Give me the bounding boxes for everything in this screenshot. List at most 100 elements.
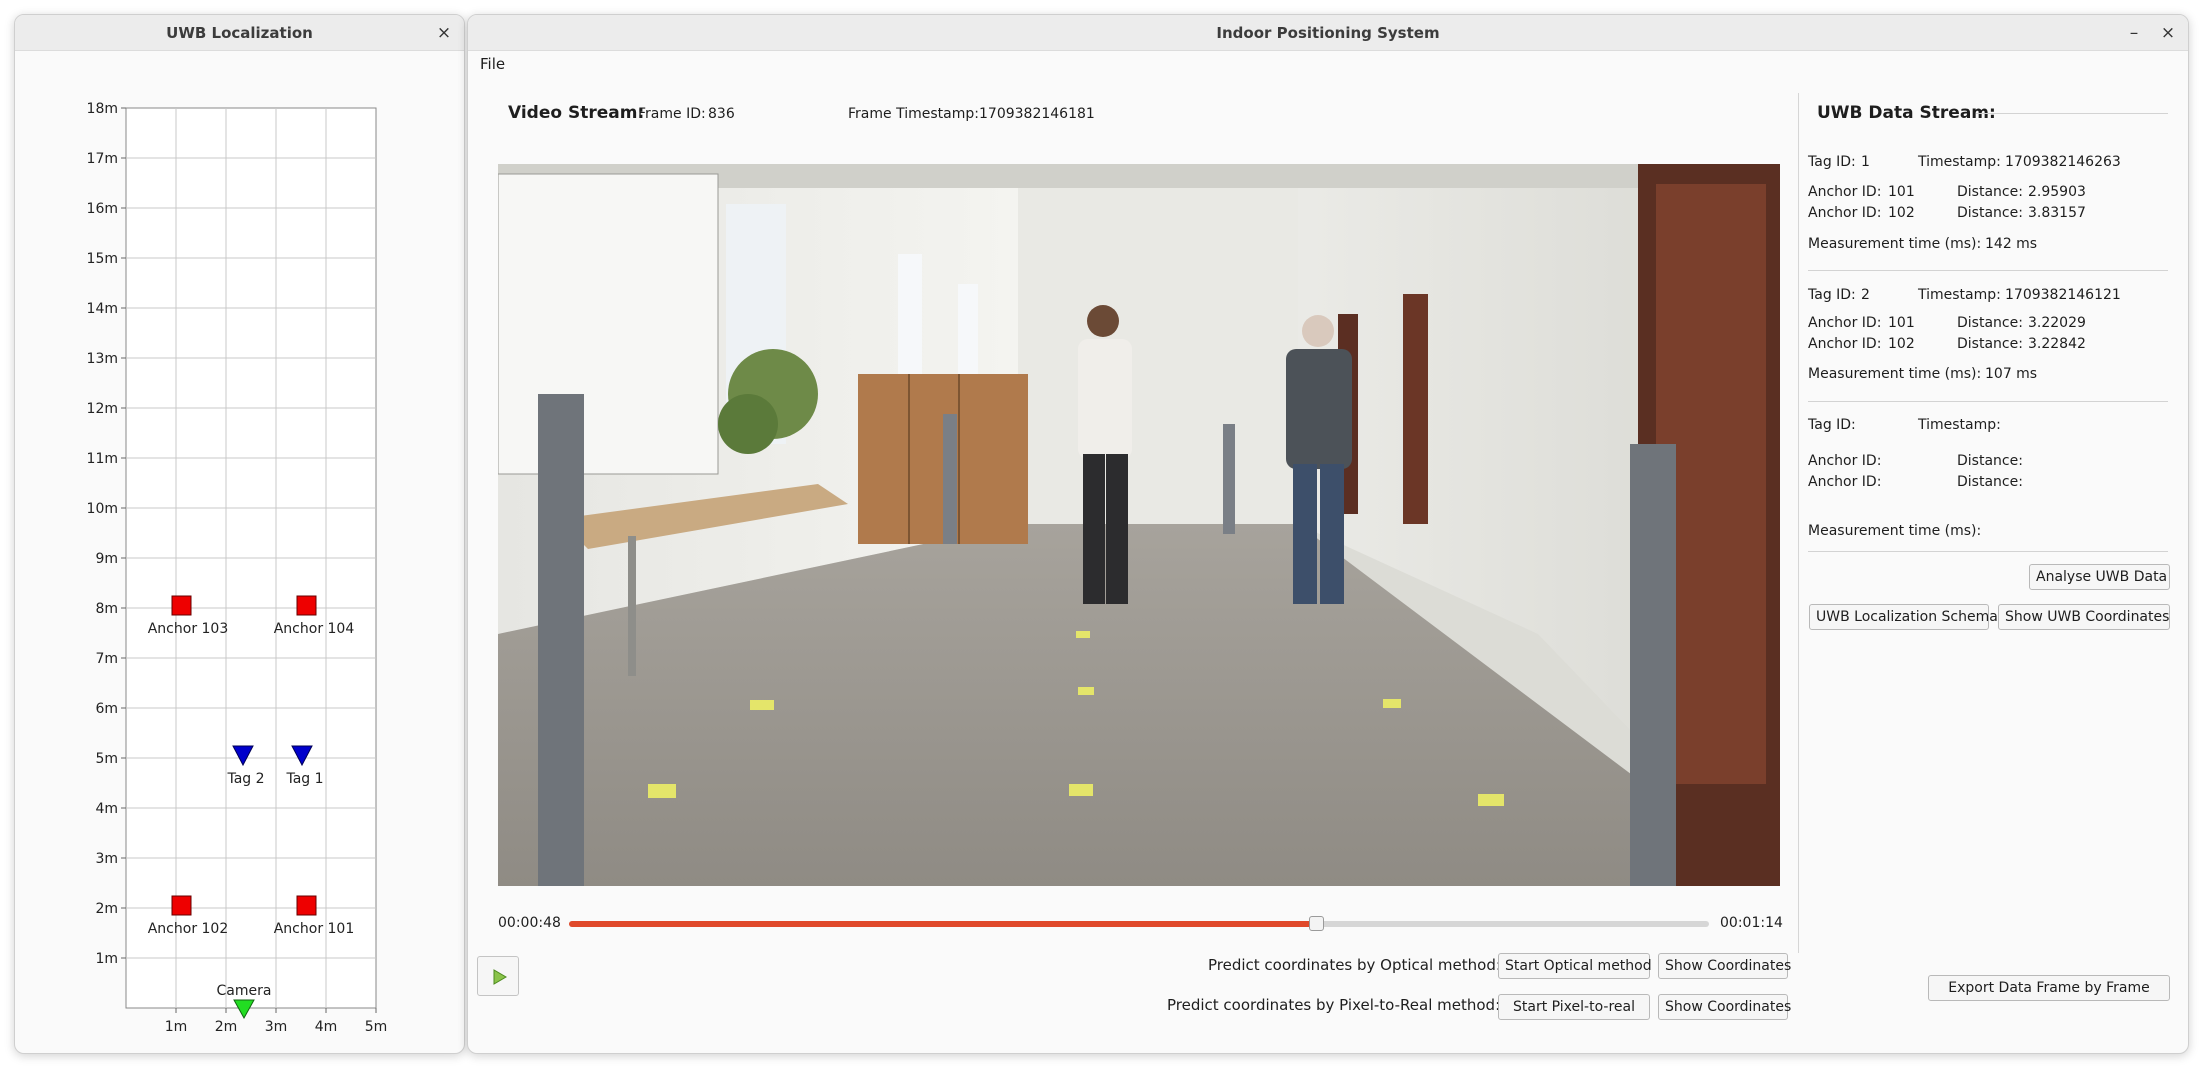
timestamp-label: Timestamp: [1918, 287, 2001, 303]
distance-label: Distance: [1957, 315, 2023, 331]
y-tick-label: 12m [87, 401, 118, 417]
video-frame-image [498, 164, 1780, 886]
close-icon[interactable]: × [432, 21, 456, 45]
tag-1-label: Tag 1 [285, 771, 323, 787]
y-tick-label: 8m [95, 601, 118, 617]
tag-id-value: 1 [1861, 154, 1870, 170]
y-tick-label: 10m [87, 501, 118, 517]
uwb-localization-plot: 18m 17m 16m 15m 14m 13m 12m 11m 10m 9m 8m 7m 6m 5m 4m 3… [15, 52, 464, 1053]
x-axis-ticks: 1m 2m 3m 4m 5m [165, 1008, 387, 1035]
tag-id-label: Tag ID: [1808, 417, 1856, 433]
anchor-id-label: Anchor ID: [1808, 184, 1882, 200]
timeline-handle[interactable] [1308, 916, 1324, 931]
measurement-time-value: 142 ms [1985, 236, 2038, 252]
minimize-icon[interactable]: – [2122, 21, 2146, 45]
time-total: 00:01:14 [1720, 915, 1783, 931]
time-current: 00:00:48 [498, 915, 561, 931]
camera-marker [233, 999, 255, 1020]
close-icon[interactable]: × [2156, 21, 2180, 45]
show-uwb-coordinates-button[interactable]: Show UWB Coordinates [1998, 604, 2170, 630]
anchor-104-label: Anchor 104 [274, 621, 355, 637]
distance-value: 3.83157 [2028, 205, 2086, 221]
frame-timestamp-value: 1709382146181 [979, 106, 1095, 122]
y-tick-label: 9m [95, 551, 118, 567]
uwb-localization-schema-button[interactable]: UWB Localization Schema [1809, 604, 1998, 630]
anchor-103-marker [171, 595, 192, 616]
uwb-plot-svg: 18m 17m 16m 15m 14m 13m 12m 11m 10m 9m 8m 7m 6m 5m 4m 3… [87, 101, 388, 1035]
x-tick-label: 1m [165, 1019, 188, 1035]
uwb-window-title: UWB Localization [166, 24, 313, 42]
export-data-button[interactable]: Export Data Frame by Frame [1928, 975, 2170, 1001]
x-tick-label: 3m [265, 1019, 288, 1035]
x-tick-label: 2m [215, 1019, 238, 1035]
anchor-id-value: 101 [1888, 184, 1915, 200]
side-panel-divider [1798, 93, 1799, 953]
frame-id-value: 836 [708, 106, 735, 122]
menu-file[interactable]: File [480, 55, 505, 73]
measurement-time-label: Measurement time (ms): [1808, 366, 1982, 382]
distance-label: Distance: [1957, 474, 2023, 490]
distance-value: 3.22842 [2028, 336, 2086, 352]
y-tick-label: 6m [95, 701, 118, 717]
anchor-104-marker [296, 595, 317, 616]
show-optical-coordinates-button[interactable]: Show Coordinates [1658, 953, 1791, 979]
uwb-localization-window: UWB Localization × 18m 17m 16m 15m 14m 13m 12m… [14, 14, 465, 1054]
play-icon [493, 969, 507, 985]
video-timeline-slider[interactable] [569, 916, 1709, 931]
y-tick-label: 11m [87, 451, 118, 467]
y-axis-ticks: 18m 17m 16m 15m 14m 13m 12m 11m 10m 9m 8m 7m 6m 5m 4m 3… [87, 101, 126, 967]
anchor-101-label: Anchor 101 [274, 921, 355, 937]
y-tick-label: 2m [95, 901, 118, 917]
analyse-uwb-data-button[interactable]: Analyse UWB Data [2029, 564, 2170, 590]
y-tick-label: 3m [95, 851, 118, 867]
anchor-103-label: Anchor 103 [148, 621, 229, 637]
y-tick-label: 18m [87, 101, 118, 117]
main-window-title: Indoor Positioning System [1216, 24, 1440, 42]
frame-timestamp-label: Frame Timestamp: [848, 106, 979, 122]
timestamp-value: 1709382146263 [2005, 154, 2121, 170]
start-optical-button[interactable]: Start Optical method [1498, 953, 1652, 979]
block-separator [1808, 401, 2168, 402]
frame-id-label: Frame ID: [638, 106, 706, 122]
distance-label: Distance: [1957, 453, 2023, 469]
anchor-102-marker [171, 895, 192, 916]
x-tick-label: 4m [315, 1019, 338, 1035]
measurement-time-label: Measurement time (ms): [1808, 236, 1982, 252]
start-pixel-to-real-button[interactable]: Start Pixel-to-real [1498, 994, 1650, 1020]
anchor-id-value: 102 [1888, 336, 1915, 352]
y-tick-label: 4m [95, 801, 118, 817]
uwb-data-stream-heading: UWB Data Stream: [1817, 103, 1996, 123]
y-tick-label: 13m [87, 351, 118, 367]
menu-bar: File [468, 51, 2188, 77]
play-button[interactable] [477, 956, 519, 996]
block-separator [1808, 551, 2168, 552]
anchor-102-label: Anchor 102 [148, 921, 229, 937]
heading-rule [1976, 113, 2168, 114]
uwb-titlebar: UWB Localization × [15, 15, 464, 51]
anchor-101-marker [296, 895, 317, 916]
y-tick-label: 5m [95, 751, 118, 767]
pixel-to-real-label: Predict coordinates by Pixel-to-Real met… [1167, 996, 1501, 1014]
y-tick-label: 1m [95, 951, 118, 967]
block-separator [1808, 270, 2168, 271]
anchor-id-label: Anchor ID: [1808, 474, 1882, 490]
tag-id-label: Tag ID: [1808, 287, 1856, 303]
timestamp-label: Timestamp: [1918, 154, 2001, 170]
tag-2-label: Tag 2 [226, 771, 264, 787]
anchor-id-label: Anchor ID: [1808, 315, 1882, 331]
timestamp-label: Timestamp: [1918, 417, 2001, 433]
video-stream-heading: Video Stream: [508, 103, 645, 123]
distance-label: Distance: [1957, 184, 2023, 200]
tag-id-value: 2 [1861, 287, 1870, 303]
y-tick-label: 15m [87, 251, 118, 267]
timestamp-value: 1709382146121 [2005, 287, 2121, 303]
main-titlebar: Indoor Positioning System – × [468, 15, 2188, 51]
show-pixel-to-real-coordinates-button[interactable]: Show Coordinates [1658, 994, 1791, 1020]
y-tick-label: 7m [95, 651, 118, 667]
y-tick-label: 17m [87, 151, 118, 167]
anchor-id-label: Anchor ID: [1808, 336, 1882, 352]
optical-method-label: Predict coordinates by Optical method: [1208, 956, 1501, 974]
anchor-id-label: Anchor ID: [1808, 453, 1882, 469]
measurement-time-value: 107 ms [1985, 366, 2038, 382]
y-tick-label: 14m [87, 301, 118, 317]
